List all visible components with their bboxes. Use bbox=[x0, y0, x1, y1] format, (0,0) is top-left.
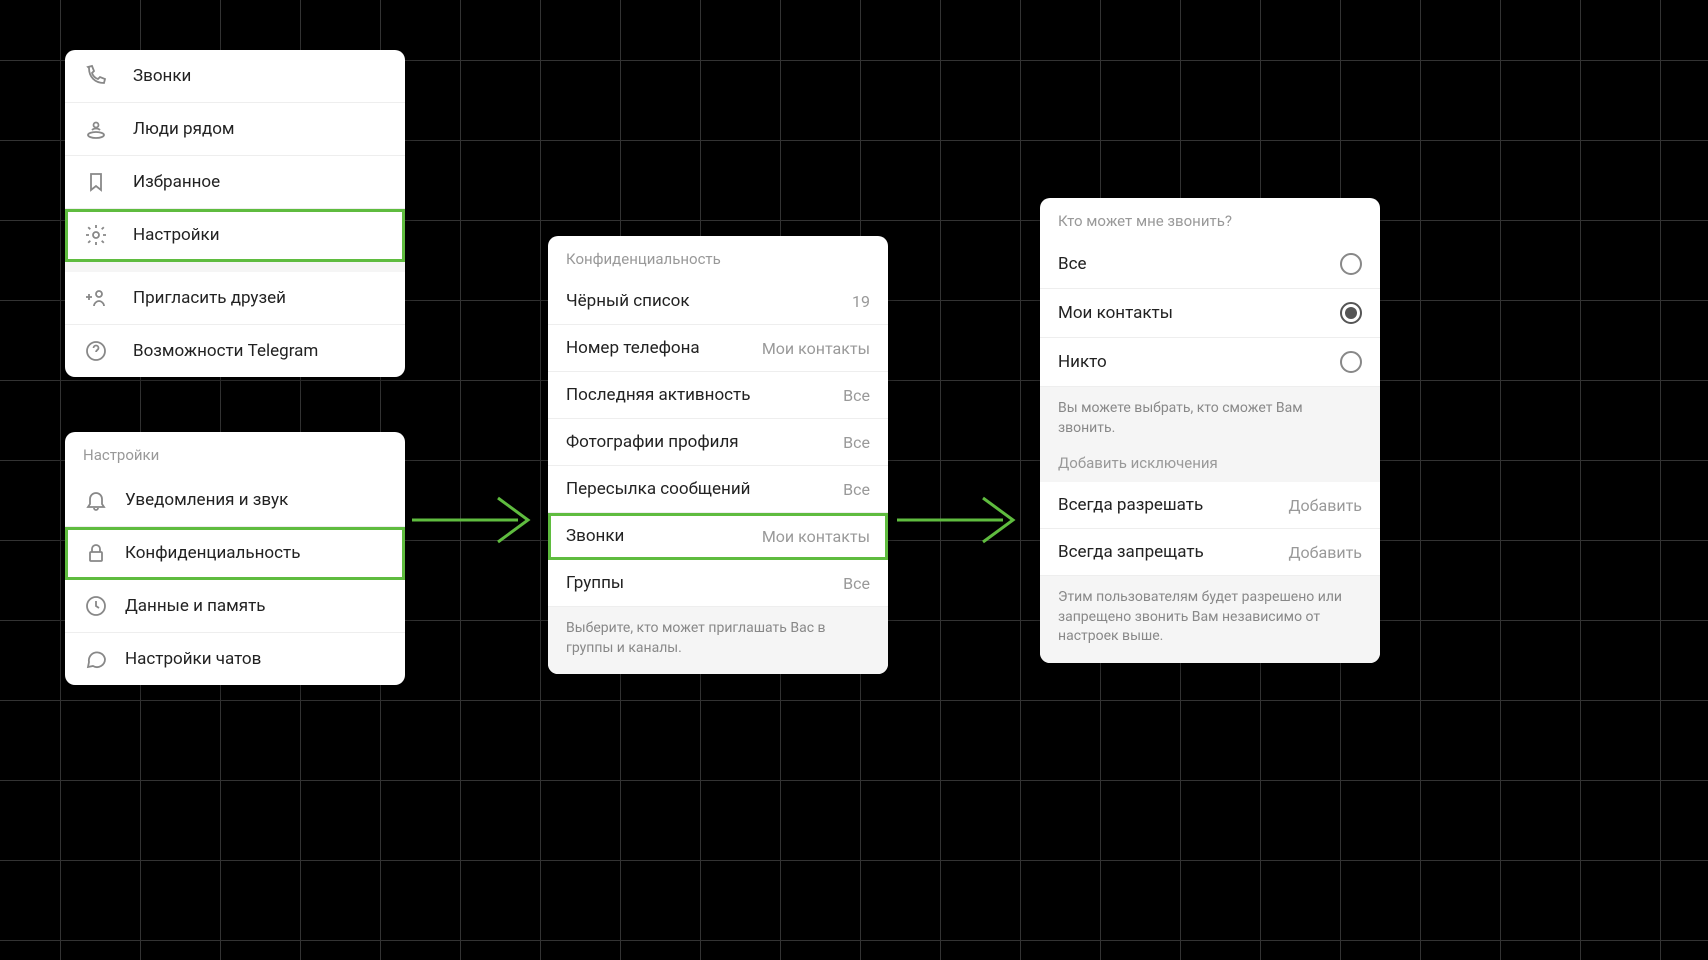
menu-item-label: Звонки bbox=[133, 66, 387, 86]
menu-item-label: Настройки bbox=[133, 225, 387, 245]
privacy-card: Конфиденциальность Чёрный список 19 Номе… bbox=[548, 236, 888, 674]
calls-option-nobody[interactable]: Никто bbox=[1040, 338, 1380, 387]
radio-icon bbox=[1340, 351, 1362, 373]
menu-item-features[interactable]: Возможности Telegram bbox=[65, 325, 405, 377]
help-icon bbox=[83, 338, 109, 364]
settings-item-label: Настройки чатов bbox=[125, 649, 387, 669]
menu-item-calls[interactable]: Звонки bbox=[65, 50, 405, 103]
calls-option-label: Все bbox=[1058, 254, 1340, 274]
settings-header: Настройки bbox=[65, 432, 405, 474]
chat-icon bbox=[83, 646, 109, 672]
radio-icon bbox=[1340, 253, 1362, 275]
privacy-row-label: Чёрный список bbox=[566, 291, 852, 311]
privacy-row-groups[interactable]: Группы Все bbox=[548, 560, 888, 607]
privacy-row-lastseen[interactable]: Последняя активность Все bbox=[548, 372, 888, 419]
settings-item-label: Конфиденциальность bbox=[125, 543, 387, 563]
exception-deny[interactable]: Всегда запрещать Добавить bbox=[1040, 529, 1380, 576]
people-nearby-icon bbox=[83, 116, 109, 142]
exceptions-hint: Этим пользователям будет разрешено или з… bbox=[1040, 576, 1380, 663]
privacy-row-forward[interactable]: Пересылка сообщений Все bbox=[548, 466, 888, 513]
privacy-row-label: Пересылка сообщений bbox=[566, 479, 843, 499]
menu-item-invite[interactable]: Пригласить друзей bbox=[65, 272, 405, 325]
settings-item-data[interactable]: Данные и память bbox=[65, 580, 405, 633]
menu-item-nearby[interactable]: Люди рядом bbox=[65, 103, 405, 156]
divider bbox=[65, 262, 405, 272]
calls-option-label: Мои контакты bbox=[1058, 303, 1340, 323]
calls-hint: Вы можете выбрать, кто сможет Вам звонит… bbox=[1040, 387, 1380, 448]
menu-item-label: Пригласить друзей bbox=[133, 288, 387, 308]
phone-icon bbox=[83, 63, 109, 89]
privacy-header: Конфиденциальность bbox=[548, 236, 888, 278]
arrow-icon bbox=[410, 490, 535, 550]
privacy-row-value: Все bbox=[843, 574, 870, 593]
settings-item-label: Данные и память bbox=[125, 596, 387, 616]
arrow-icon bbox=[895, 490, 1020, 550]
privacy-row-value: Мои контакты bbox=[762, 527, 870, 546]
privacy-row-value: Все bbox=[843, 386, 870, 405]
privacy-row-label: Фотографии профиля bbox=[566, 432, 843, 452]
privacy-row-value: 19 bbox=[852, 292, 870, 311]
privacy-row-value: Мои контакты bbox=[762, 339, 870, 358]
lock-icon bbox=[83, 540, 109, 566]
exception-label: Всегда запрещать bbox=[1058, 542, 1289, 562]
privacy-row-phone[interactable]: Номер телефона Мои контакты bbox=[548, 325, 888, 372]
settings-item-privacy[interactable]: Конфиденциальность bbox=[65, 527, 405, 580]
calls-option-everyone[interactable]: Все bbox=[1040, 240, 1380, 289]
privacy-row-label: Звонки bbox=[566, 526, 762, 546]
menu-item-saved[interactable]: Избранное bbox=[65, 156, 405, 209]
privacy-row-label: Последняя активность bbox=[566, 385, 843, 405]
menu-item-settings[interactable]: Настройки bbox=[65, 209, 405, 262]
data-icon bbox=[83, 593, 109, 619]
privacy-row-photos[interactable]: Фотографии профиля Все bbox=[548, 419, 888, 466]
privacy-footer-note: Выберите, кто может приглашать Вас в гру… bbox=[548, 607, 888, 674]
settings-card: Настройки Уведомления и звук Конфиденциа… bbox=[65, 432, 405, 685]
exceptions-header: Добавить исключения bbox=[1040, 448, 1380, 482]
add-user-icon bbox=[83, 285, 109, 311]
privacy-row-label: Группы bbox=[566, 573, 843, 593]
calls-option-contacts[interactable]: Мои контакты bbox=[1040, 289, 1380, 338]
gear-icon bbox=[83, 222, 109, 248]
menu-item-label: Избранное bbox=[133, 172, 387, 192]
main-menu-card: Звонки Люди рядом Избранное Настройки Пр… bbox=[65, 50, 405, 377]
privacy-row-label: Номер телефона bbox=[566, 338, 762, 358]
bookmark-icon bbox=[83, 169, 109, 195]
settings-item-chat[interactable]: Настройки чатов bbox=[65, 633, 405, 685]
exception-allow[interactable]: Всегда разрешать Добавить bbox=[1040, 482, 1380, 529]
calls-option-label: Никто bbox=[1058, 352, 1340, 372]
exception-action: Добавить bbox=[1289, 543, 1362, 562]
privacy-row-value: Все bbox=[843, 480, 870, 499]
privacy-row-value: Все bbox=[843, 433, 870, 452]
privacy-row-blacklist[interactable]: Чёрный список 19 bbox=[548, 278, 888, 325]
radio-icon bbox=[1340, 302, 1362, 324]
exception-label: Всегда разрешать bbox=[1058, 495, 1289, 515]
menu-item-label: Люди рядом bbox=[133, 119, 387, 139]
settings-item-notifications[interactable]: Уведомления и звук bbox=[65, 474, 405, 527]
bell-icon bbox=[83, 487, 109, 513]
calls-header: Кто может мне звонить? bbox=[1040, 198, 1380, 240]
settings-item-label: Уведомления и звук bbox=[125, 490, 387, 510]
calls-card: Кто может мне звонить? Все Мои контакты … bbox=[1040, 198, 1380, 663]
exception-action: Добавить bbox=[1289, 496, 1362, 515]
privacy-row-calls[interactable]: Звонки Мои контакты bbox=[548, 513, 888, 560]
menu-item-label: Возможности Telegram bbox=[133, 341, 387, 361]
